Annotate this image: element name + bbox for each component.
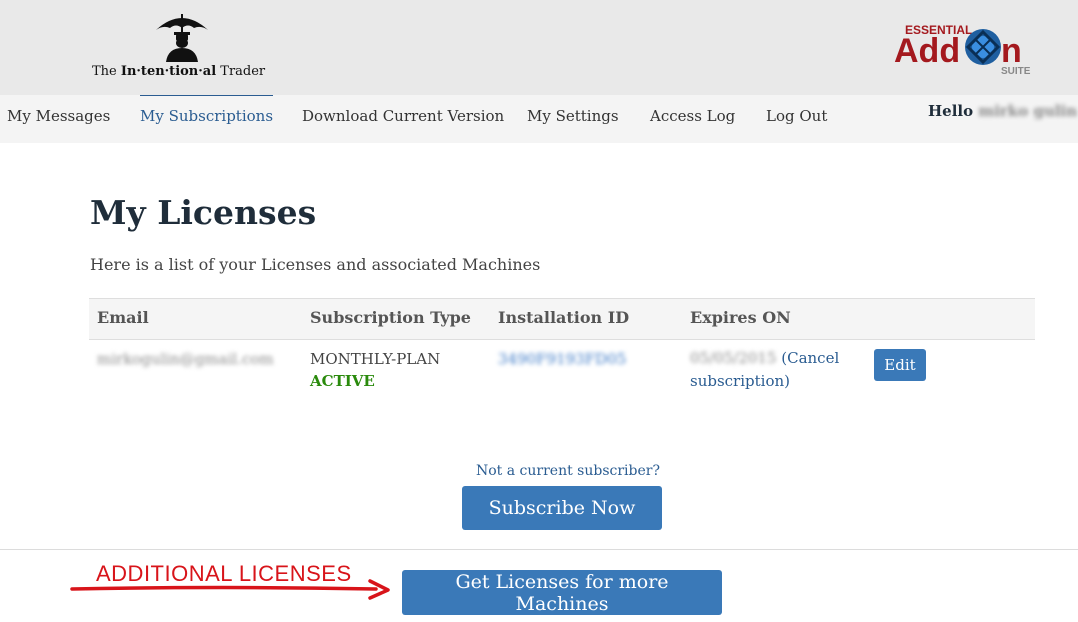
email-value: mirkogulin@gmail.com [97,350,274,368]
table-row: mirkogulin@gmail.com MONTHLY-PLAN ACTIVE… [89,340,1035,410]
not-subscriber-link[interactable]: Not a current subscriber? [476,463,660,479]
licenses-table: Email Subscription Type Installation ID … [89,298,1035,410]
expires-cell: 05/05/2015 (Cancel subscription) [690,347,840,393]
page-title: My Licenses [90,193,317,232]
greeting-label: Hello [928,102,974,120]
status-badge: ACTIVE [310,372,375,390]
installation-id-link[interactable]: 3490F9193FD05 [498,350,626,368]
header-expires-on: Expires ON [690,308,791,327]
greeting: Hello mirko gulin [928,102,1077,120]
divider [0,549,1078,550]
header-subscription-type: Subscription Type [310,308,471,327]
nav-log-out[interactable]: Log Out [766,95,827,143]
plan-name: MONTHLY-PLAN [310,350,441,368]
main-nav: My Messages My Subscriptions Download Cu… [0,95,1078,143]
username: mirko gulin [978,102,1078,120]
nav-my-settings[interactable]: My Settings [527,95,619,143]
page-subtitle: Here is a list of your Licenses and asso… [90,255,541,274]
addon-logo-main-a: Add [894,32,960,70]
header-installation-id: Installation ID [498,308,630,327]
addon-logo-bottom-text: SUITE [1001,66,1031,77]
header-email: Email [97,308,149,327]
addon-logo-main-b: n [1001,32,1022,70]
intentional-trader-logo[interactable]: The In·ten·tion·al Trader [92,10,272,82]
nav-download-current-version[interactable]: Download Current Version [302,95,504,143]
logo-wordmark: The In·ten·tion·al Trader [92,64,266,79]
nav-my-messages[interactable]: My Messages [7,95,110,143]
subscription-type-cell: MONTHLY-PLAN ACTIVE [310,350,440,390]
get-more-licenses-button[interactable]: Get Licenses for more Machines [402,570,722,615]
nav-access-log[interactable]: Access Log [650,95,735,143]
edit-button[interactable]: Edit [874,349,926,381]
subscribe-now-button[interactable]: Subscribe Now [462,486,662,530]
umbrella-man-icon [156,14,208,62]
table-header: Email Subscription Type Installation ID … [89,298,1035,340]
header-bar: The In·ten·tion·al Trader ESSENTIAL Add … [0,0,1078,95]
expiry-date: 05/05/2015 [690,349,777,367]
red-arrow-icon [70,579,390,600]
nav-my-subscriptions[interactable]: My Subscriptions [140,95,274,143]
addon-logo-graphic: ESSENTIAL Add n SUITE [894,23,1031,77]
essential-addon-suite-logo[interactable]: ESSENTIAL Add n SUITE [893,22,1043,78]
